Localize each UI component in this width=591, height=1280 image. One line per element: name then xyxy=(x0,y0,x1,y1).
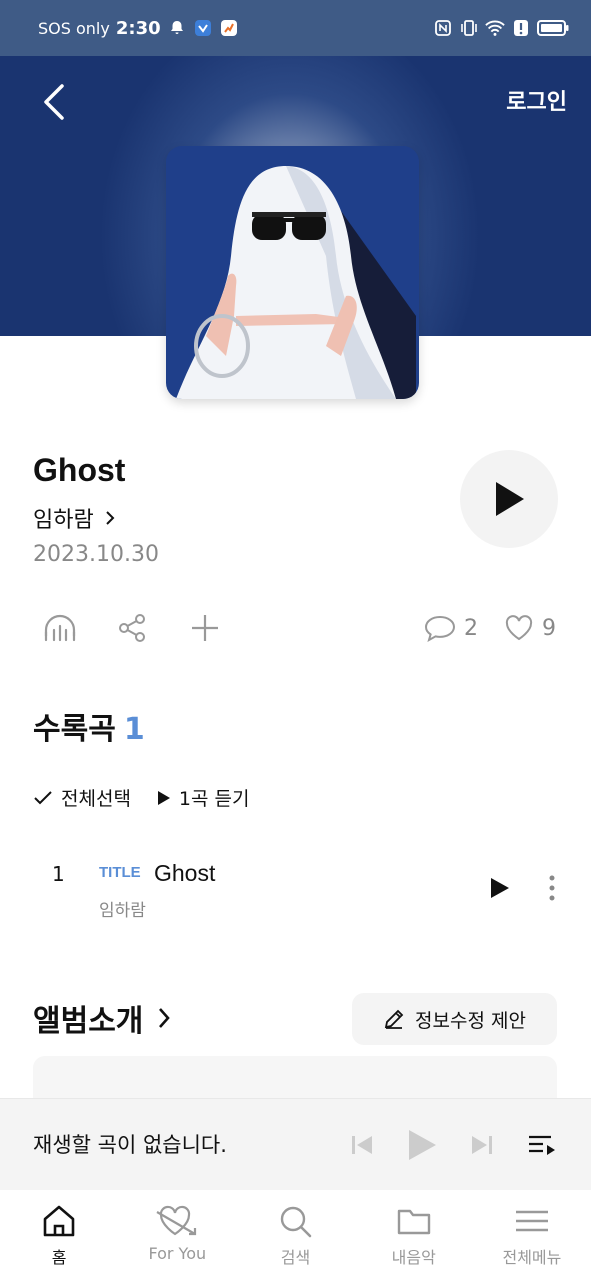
like-count: 9 xyxy=(542,615,556,641)
skip-next-icon xyxy=(472,1136,492,1154)
nfc-icon xyxy=(433,18,453,38)
carrier-text: SOS only xyxy=(38,18,110,38)
comment-count: 2 xyxy=(464,615,478,641)
fitness-app-icon xyxy=(219,18,239,38)
tracklist-heading: 수록곡 1 xyxy=(33,704,145,748)
play-album-button[interactable] xyxy=(460,450,558,548)
track-title: Ghost xyxy=(154,860,216,886)
select-all-button[interactable]: 전체선택 xyxy=(33,784,131,811)
play-selected-label: 1곡 듣기 xyxy=(178,788,250,810)
nav-my-music-label: 내음악 xyxy=(391,1248,436,1267)
play-icon xyxy=(157,790,170,805)
search-icon xyxy=(280,1206,311,1238)
login-button[interactable]: 로그인 xyxy=(506,84,567,116)
alert-icon xyxy=(511,18,531,38)
home-icon xyxy=(43,1205,75,1237)
nav-home[interactable]: 홈 xyxy=(0,1190,118,1280)
album-intro-heading: 앨범소개 xyxy=(33,1004,144,1039)
mini-player-message: 재생할 곡이 없습니다. xyxy=(33,1133,227,1157)
release-date: 2023.10.30 xyxy=(33,542,159,567)
select-all-label: 전체선택 xyxy=(61,788,131,810)
nav-all-menu-label: 전체메뉴 xyxy=(502,1248,562,1267)
play-button[interactable] xyxy=(404,1127,440,1163)
bell-icon xyxy=(167,18,187,38)
like-button[interactable]: 9 xyxy=(504,610,556,646)
wifi-icon xyxy=(485,18,505,38)
album-action-row: 2 9 xyxy=(0,606,591,650)
chevron-right-icon xyxy=(106,511,115,525)
bottom-navigation: 홈 For You 검색 내음악 전체메뉴 xyxy=(0,1190,591,1280)
battery-icon xyxy=(537,18,569,38)
album-intro-link[interactable]: 앨범소개 xyxy=(33,996,171,1040)
folder-icon xyxy=(397,1209,430,1235)
menu-icon xyxy=(515,1210,548,1232)
clock: 2:30 xyxy=(115,17,161,39)
add-button[interactable] xyxy=(185,610,225,646)
suggest-edit-label: 정보수정 제안 xyxy=(415,1009,526,1032)
back-button[interactable] xyxy=(36,80,72,124)
comments-button[interactable]: 2 xyxy=(424,610,478,646)
album-cover-image xyxy=(166,146,419,399)
title-track-badge: TITLE xyxy=(99,864,141,881)
play-selected-button[interactable]: 1곡 듣기 xyxy=(157,784,250,811)
play-icon xyxy=(491,878,509,898)
pencil-icon xyxy=(384,1009,404,1029)
nav-my-music[interactable]: 내음악 xyxy=(355,1190,473,1280)
app-notification-icon xyxy=(193,18,213,38)
skip-previous-icon xyxy=(352,1136,372,1154)
nav-for-you[interactable]: For You xyxy=(118,1190,236,1280)
track-count: 1 xyxy=(123,712,145,747)
track-number: 1 xyxy=(52,862,65,886)
playlist-icon xyxy=(529,1135,555,1155)
heart-arrow-icon xyxy=(156,1205,197,1236)
status-bar: SOS only 2:30 xyxy=(0,0,591,56)
previous-button[interactable] xyxy=(348,1127,376,1163)
nav-search-label: 검색 xyxy=(280,1248,311,1267)
headphones-icon xyxy=(44,614,76,642)
check-icon xyxy=(34,790,52,804)
track-more-button[interactable] xyxy=(542,872,562,904)
artist-name: 임하람 xyxy=(33,508,94,533)
track-play-button[interactable] xyxy=(484,872,516,904)
tracklist-heading-text: 수록곡 xyxy=(33,712,116,747)
suggest-edit-button[interactable]: 정보수정 제안 xyxy=(352,993,557,1045)
plus-icon xyxy=(192,615,218,641)
vibrate-icon xyxy=(459,18,479,38)
tracklist-controls: 전체선택 1곡 듣기 xyxy=(33,784,250,811)
listen-stats-button[interactable] xyxy=(40,610,80,646)
nav-search[interactable]: 검색 xyxy=(236,1190,354,1280)
nav-for-you-label: For You xyxy=(148,1244,207,1263)
play-icon xyxy=(409,1130,436,1160)
nav-all-menu[interactable]: 전체메뉴 xyxy=(473,1190,591,1280)
album-title: Ghost xyxy=(33,452,126,488)
nav-home-label: 홈 xyxy=(51,1248,67,1267)
play-icon xyxy=(496,482,524,516)
playlist-button[interactable] xyxy=(526,1127,558,1163)
mini-player[interactable]: 재생할 곡이 없습니다. xyxy=(0,1098,591,1190)
artist-link[interactable]: 임하람 xyxy=(33,502,116,534)
more-vertical-icon xyxy=(549,875,555,901)
track-artist: 임하람 xyxy=(99,901,146,921)
track-row[interactable]: 1 TITLE Ghost 임하람 xyxy=(0,846,591,926)
comment-icon xyxy=(424,615,456,642)
next-button[interactable] xyxy=(468,1127,496,1163)
chevron-left-icon xyxy=(44,84,64,120)
heart-icon xyxy=(505,615,533,641)
share-icon xyxy=(119,614,145,642)
chevron-right-icon xyxy=(159,1008,171,1028)
share-button[interactable] xyxy=(112,610,152,646)
